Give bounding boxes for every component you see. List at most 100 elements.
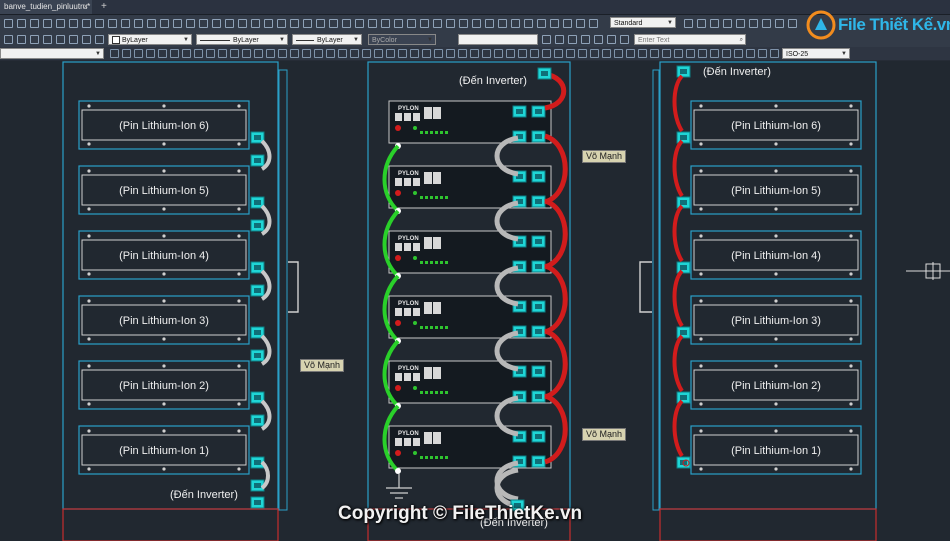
toolbar-tool-icon[interactable] — [134, 19, 143, 28]
toolbar-tool-icon[interactable] — [762, 19, 771, 28]
toolbar-tool-icon[interactable] — [674, 49, 683, 58]
toolbar-tool-icon[interactable] — [578, 49, 587, 58]
toolbar-tool-icon[interactable] — [56, 35, 65, 44]
toolbar-tool-icon[interactable] — [684, 19, 693, 28]
toolbar-tool-icon[interactable] — [121, 19, 130, 28]
drawing-canvas[interactable]: (Pin Lithium-Ion 6) (Pin Lithium-Ion 5) (P… — [0, 60, 950, 541]
toolbar-tool-icon[interactable] — [218, 49, 227, 58]
toolbar-tool-icon[interactable] — [434, 49, 443, 58]
toolbar-tool-icon[interactable] — [338, 49, 347, 58]
toolbar-tool-icon[interactable] — [594, 35, 603, 44]
toolbar-tool-icon[interactable] — [420, 19, 429, 28]
toolbar-tool-icon[interactable] — [446, 49, 455, 58]
toolbar-tool-icon[interactable] — [746, 49, 755, 58]
toolbar-tool-icon[interactable] — [662, 49, 671, 58]
toolbar-tool-icon[interactable] — [43, 35, 52, 44]
close-tab-icon[interactable]: × — [83, 0, 88, 14]
toolbar-tool-icon[interactable] — [212, 19, 221, 28]
toolbar-tool-icon[interactable] — [407, 19, 416, 28]
toolbar-tool-icon[interactable] — [17, 35, 26, 44]
toolbar-tool-icon[interactable] — [482, 49, 491, 58]
toolbar-tool-icon[interactable] — [342, 19, 351, 28]
toolbar-tool-icon[interactable] — [697, 19, 706, 28]
layer-select[interactable]: ▼ — [0, 48, 104, 59]
toolbar-tool-icon[interactable] — [225, 19, 234, 28]
toolbar-tool-icon[interactable] — [329, 19, 338, 28]
toolbar-tool-icon[interactable] — [238, 19, 247, 28]
toolbar-tool-icon[interactable] — [362, 49, 371, 58]
toolbar-tool-icon[interactable] — [568, 35, 577, 44]
toolbar-tool-icon[interactable] — [422, 49, 431, 58]
toolbar-tool-icon[interactable] — [69, 19, 78, 28]
toolbar-tool-icon[interactable] — [303, 19, 312, 28]
toolbar-tool-icon[interactable] — [158, 49, 167, 58]
toolbar-tool-icon[interactable] — [194, 49, 203, 58]
document-tab[interactable]: banve_tudien_pinluutru* × — [0, 0, 92, 14]
command-field[interactable] — [458, 34, 538, 45]
toolbar-tool-icon[interactable] — [17, 19, 26, 28]
toolbar-tool-icon[interactable] — [381, 19, 390, 28]
toolbar-tool-icon[interactable] — [686, 49, 695, 58]
toolbar-tool-icon[interactable] — [446, 19, 455, 28]
toolbar-tool-icon[interactable] — [277, 19, 286, 28]
toolbar-tool-icon[interactable] — [186, 19, 195, 28]
toolbar-tool-icon[interactable] — [368, 19, 377, 28]
toolbar-tool-icon[interactable] — [722, 49, 731, 58]
toolbar-tool-icon[interactable] — [433, 19, 442, 28]
toolbar-tool-icon[interactable] — [723, 19, 732, 28]
toolbar-tool-icon[interactable] — [82, 35, 91, 44]
toolbar-tool-icon[interactable] — [290, 49, 299, 58]
toolbar-tool-icon[interactable] — [650, 49, 659, 58]
toolbar-tool-icon[interactable] — [638, 49, 647, 58]
toolbar-tool-icon[interactable] — [472, 19, 481, 28]
toolbar-tool-icon[interactable] — [626, 49, 635, 58]
toolbar-tool-icon[interactable] — [614, 49, 623, 58]
toolbar-tool-icon[interactable] — [458, 49, 467, 58]
toolbar-tool-icon[interactable] — [459, 19, 468, 28]
layer-color-select[interactable]: ByLayer ▼ — [108, 34, 192, 45]
toolbar-tool-icon[interactable] — [170, 49, 179, 58]
toolbar-tool-icon[interactable] — [251, 19, 260, 28]
toolbar-tool-icon[interactable] — [173, 19, 182, 28]
plot-style-select[interactable]: ByColor ▼ — [368, 34, 436, 45]
toolbar-tool-icon[interactable] — [350, 49, 359, 58]
toolbar-tool-icon[interactable] — [494, 49, 503, 58]
toolbar-tool-icon[interactable] — [134, 49, 143, 58]
toolbar-tool-icon[interactable] — [775, 19, 784, 28]
dim-style-select[interactable]: ISO-25 ▼ — [782, 48, 850, 59]
toolbar-tool-icon[interactable] — [394, 19, 403, 28]
new-tab-button[interactable]: + — [101, 0, 107, 14]
toolbar-tool-icon[interactable] — [607, 35, 616, 44]
toolbar-tool-icon[interactable] — [736, 19, 745, 28]
toolbar-tool-icon[interactable] — [734, 49, 743, 58]
toolbar-tool-icon[interactable] — [69, 35, 78, 44]
toolbar-tool-icon[interactable] — [770, 49, 779, 58]
toolbar-tool-icon[interactable] — [374, 49, 383, 58]
toolbar-tool-icon[interactable] — [316, 19, 325, 28]
toolbar-tool-icon[interactable] — [410, 49, 419, 58]
toolbar-tool-icon[interactable] — [242, 49, 251, 58]
toolbar-tool-icon[interactable] — [563, 19, 572, 28]
toolbar-tool-icon[interactable] — [576, 19, 585, 28]
text-style-select[interactable]: Standard ▼ — [610, 17, 676, 28]
toolbar-tool-icon[interactable] — [95, 35, 104, 44]
toolbar-tool-icon[interactable] — [542, 35, 551, 44]
toolbar-tool-icon[interactable] — [355, 19, 364, 28]
toolbar-tool-icon[interactable] — [554, 49, 563, 58]
search-input[interactable]: Enter Text ⌕ — [634, 34, 746, 45]
search-icon[interactable]: ⌕ — [740, 35, 743, 46]
toolbar-tool-icon[interactable] — [530, 49, 539, 58]
toolbar-tool-icon[interactable] — [485, 19, 494, 28]
toolbar-tool-icon[interactable] — [698, 49, 707, 58]
toolbar-tool-icon[interactable] — [524, 19, 533, 28]
toolbar-tool-icon[interactable] — [386, 49, 395, 58]
toolbar-tool-icon[interactable] — [254, 49, 263, 58]
toolbar-tool-icon[interactable] — [43, 19, 52, 28]
toolbar-tool-icon[interactable] — [506, 49, 515, 58]
toolbar-tool-icon[interactable] — [82, 19, 91, 28]
toolbar-tool-icon[interactable] — [788, 19, 797, 28]
toolbar-tool-icon[interactable] — [264, 19, 273, 28]
toolbar-tool-icon[interactable] — [4, 19, 13, 28]
toolbar-tool-icon[interactable] — [110, 49, 119, 58]
toolbar-tool-icon[interactable] — [470, 49, 479, 58]
